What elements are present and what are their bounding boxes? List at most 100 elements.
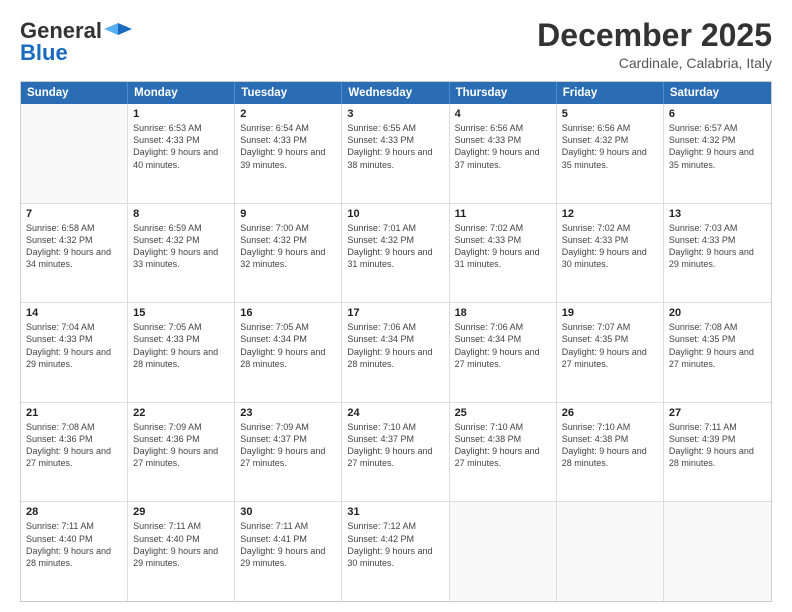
calendar-cell: 24 Sunrise: 7:10 AMSunset: 4:37 PMDayligh… <box>342 403 449 502</box>
cell-info: Sunrise: 7:11 AMSunset: 4:40 PMDaylight:… <box>26 520 122 569</box>
header-day-saturday: Saturday <box>664 82 771 104</box>
day-number: 6 <box>669 108 766 120</box>
header-day-friday: Friday <box>557 82 664 104</box>
calendar-cell: 23 Sunrise: 7:09 AMSunset: 4:37 PMDayligh… <box>235 403 342 502</box>
cell-info: Sunrise: 6:59 AMSunset: 4:32 PMDaylight:… <box>133 222 229 271</box>
calendar-cell: 8 Sunrise: 6:59 AMSunset: 4:32 PMDaylight… <box>128 204 235 303</box>
calendar-cell: 6 Sunrise: 6:57 AMSunset: 4:32 PMDaylight… <box>664 104 771 203</box>
header-day-thursday: Thursday <box>450 82 557 104</box>
calendar-cell <box>557 502 664 601</box>
cell-info: Sunrise: 7:05 AMSunset: 4:33 PMDaylight:… <box>133 321 229 370</box>
calendar-cell: 15 Sunrise: 7:05 AMSunset: 4:33 PMDayligh… <box>128 303 235 402</box>
cell-info: Sunrise: 6:56 AMSunset: 4:33 PMDaylight:… <box>455 122 551 171</box>
cell-info: Sunrise: 7:09 AMSunset: 4:37 PMDaylight:… <box>240 421 336 470</box>
cell-info: Sunrise: 7:11 AMSunset: 4:39 PMDaylight:… <box>669 421 766 470</box>
calendar-cell: 30 Sunrise: 7:11 AMSunset: 4:41 PMDayligh… <box>235 502 342 601</box>
cell-info: Sunrise: 7:07 AMSunset: 4:35 PMDaylight:… <box>562 321 658 370</box>
calendar: SundayMondayTuesdayWednesdayThursdayFrid… <box>20 81 772 602</box>
cell-info: Sunrise: 7:10 AMSunset: 4:37 PMDaylight:… <box>347 421 443 470</box>
day-number: 23 <box>240 407 336 419</box>
day-number: 29 <box>133 506 229 518</box>
cell-info: Sunrise: 6:53 AMSunset: 4:33 PMDaylight:… <box>133 122 229 171</box>
logo: General Blue <box>20 18 132 66</box>
cell-info: Sunrise: 7:02 AMSunset: 4:33 PMDaylight:… <box>562 222 658 271</box>
location-title: Cardinale, Calabria, Italy <box>537 55 772 71</box>
calendar-header: SundayMondayTuesdayWednesdayThursdayFrid… <box>21 82 771 104</box>
cell-info: Sunrise: 7:04 AMSunset: 4:33 PMDaylight:… <box>26 321 122 370</box>
day-number: 12 <box>562 208 658 220</box>
cell-info: Sunrise: 7:10 AMSunset: 4:38 PMDaylight:… <box>562 421 658 470</box>
day-number: 13 <box>669 208 766 220</box>
calendar-cell: 3Sunrise: 6:55 AMSunset: 4:33 PMDaylight… <box>342 104 449 203</box>
calendar-cell: 26 Sunrise: 7:10 AMSunset: 4:38 PMDayligh… <box>557 403 664 502</box>
cell-info: Sunrise: 7:00 AMSunset: 4:32 PMDaylight:… <box>240 222 336 271</box>
calendar-cell: 10Sunrise: 7:01 AMSunset: 4:32 PMDayligh… <box>342 204 449 303</box>
cell-info: Sunrise: 7:11 AMSunset: 4:40 PMDaylight:… <box>133 520 229 569</box>
calendar-cell: 9 Sunrise: 7:00 AMSunset: 4:32 PMDaylight… <box>235 204 342 303</box>
calendar-cell: 12 Sunrise: 7:02 AMSunset: 4:33 PMDayligh… <box>557 204 664 303</box>
header-day-wednesday: Wednesday <box>342 82 449 104</box>
calendar-cell: 4 Sunrise: 6:56 AMSunset: 4:33 PMDaylight… <box>450 104 557 203</box>
calendar-row-3: 14 Sunrise: 7:04 AMSunset: 4:33 PMDayligh… <box>21 303 771 403</box>
day-number: 14 <box>26 307 122 319</box>
day-number: 4 <box>455 108 551 120</box>
calendar-cell: 1 Sunrise: 6:53 AMSunset: 4:33 PMDaylight… <box>128 104 235 203</box>
day-number: 9 <box>240 208 336 220</box>
cell-info: Sunrise: 7:08 AMSunset: 4:36 PMDaylight:… <box>26 421 122 470</box>
day-number: 22 <box>133 407 229 419</box>
title-block: December 2025 Cardinale, Calabria, Italy <box>537 18 772 71</box>
day-number: 7 <box>26 208 122 220</box>
calendar-cell: 7Sunrise: 6:58 AMSunset: 4:32 PMDaylight… <box>21 204 128 303</box>
calendar-cell: 18Sunrise: 7:06 AMSunset: 4:34 PMDayligh… <box>450 303 557 402</box>
cell-info: Sunrise: 7:11 AMSunset: 4:41 PMDaylight:… <box>240 520 336 569</box>
cell-info: Sunrise: 7:10 AMSunset: 4:38 PMDaylight:… <box>455 421 551 470</box>
calendar-cell: 27 Sunrise: 7:11 AMSunset: 4:39 PMDayligh… <box>664 403 771 502</box>
calendar-cell <box>664 502 771 601</box>
day-number: 18 <box>455 307 551 319</box>
cell-info: Sunrise: 7:03 AMSunset: 4:33 PMDaylight:… <box>669 222 766 271</box>
day-number: 28 <box>26 506 122 518</box>
calendar-cell: 20Sunrise: 7:08 AMSunset: 4:35 PMDayligh… <box>664 303 771 402</box>
day-number: 30 <box>240 506 336 518</box>
header: General Blue December 2025 Cardinale, Ca… <box>20 18 772 71</box>
calendar-row-4: 21 Sunrise: 7:08 AMSunset: 4:36 PMDayligh… <box>21 403 771 503</box>
day-number: 31 <box>347 506 443 518</box>
cell-info: Sunrise: 6:54 AMSunset: 4:33 PMDaylight:… <box>240 122 336 171</box>
calendar-cell: 21 Sunrise: 7:08 AMSunset: 4:36 PMDayligh… <box>21 403 128 502</box>
cell-info: Sunrise: 7:08 AMSunset: 4:35 PMDaylight:… <box>669 321 766 370</box>
cell-info: Sunrise: 7:12 AMSunset: 4:42 PMDaylight:… <box>347 520 443 569</box>
cell-info: Sunrise: 6:57 AMSunset: 4:32 PMDaylight:… <box>669 122 766 171</box>
calendar-cell: 31 Sunrise: 7:12 AMSunset: 4:42 PMDayligh… <box>342 502 449 601</box>
logo-blue-text: Blue <box>20 40 68 66</box>
cell-info: Sunrise: 7:05 AMSunset: 4:34 PMDaylight:… <box>240 321 336 370</box>
day-number: 21 <box>26 407 122 419</box>
calendar-cell: 5Sunrise: 6:56 AMSunset: 4:32 PMDaylight… <box>557 104 664 203</box>
day-number: 8 <box>133 208 229 220</box>
day-number: 24 <box>347 407 443 419</box>
calendar-cell: 29 Sunrise: 7:11 AMSunset: 4:40 PMDayligh… <box>128 502 235 601</box>
cell-info: Sunrise: 6:55 AMSunset: 4:33 PMDaylight:… <box>347 122 443 171</box>
day-number: 5 <box>562 108 658 120</box>
header-day-tuesday: Tuesday <box>235 82 342 104</box>
calendar-cell: 11Sunrise: 7:02 AMSunset: 4:33 PMDayligh… <box>450 204 557 303</box>
page: General Blue December 2025 Cardinale, Ca… <box>0 0 792 612</box>
calendar-cell: 16 Sunrise: 7:05 AMSunset: 4:34 PMDayligh… <box>235 303 342 402</box>
calendar-cell: 28 Sunrise: 7:11 AMSunset: 4:40 PMDayligh… <box>21 502 128 601</box>
calendar-cell: 25Sunrise: 7:10 AMSunset: 4:38 PMDayligh… <box>450 403 557 502</box>
calendar-cell: 13 Sunrise: 7:03 AMSunset: 4:33 PMDayligh… <box>664 204 771 303</box>
calendar-body: 1 Sunrise: 6:53 AMSunset: 4:33 PMDaylight… <box>21 104 771 601</box>
header-day-sunday: Sunday <box>21 82 128 104</box>
month-title: December 2025 <box>537 18 772 53</box>
header-day-monday: Monday <box>128 82 235 104</box>
day-number: 19 <box>562 307 658 319</box>
cell-info: Sunrise: 7:01 AMSunset: 4:32 PMDaylight:… <box>347 222 443 271</box>
calendar-cell: 2Sunrise: 6:54 AMSunset: 4:33 PMDaylight… <box>235 104 342 203</box>
day-number: 16 <box>240 307 336 319</box>
day-number: 26 <box>562 407 658 419</box>
day-number: 15 <box>133 307 229 319</box>
logo-flag-icon <box>104 21 132 41</box>
calendar-row-5: 28 Sunrise: 7:11 AMSunset: 4:40 PMDayligh… <box>21 502 771 601</box>
day-number: 27 <box>669 407 766 419</box>
calendar-cell: 19 Sunrise: 7:07 AMSunset: 4:35 PMDayligh… <box>557 303 664 402</box>
day-number: 1 <box>133 108 229 120</box>
